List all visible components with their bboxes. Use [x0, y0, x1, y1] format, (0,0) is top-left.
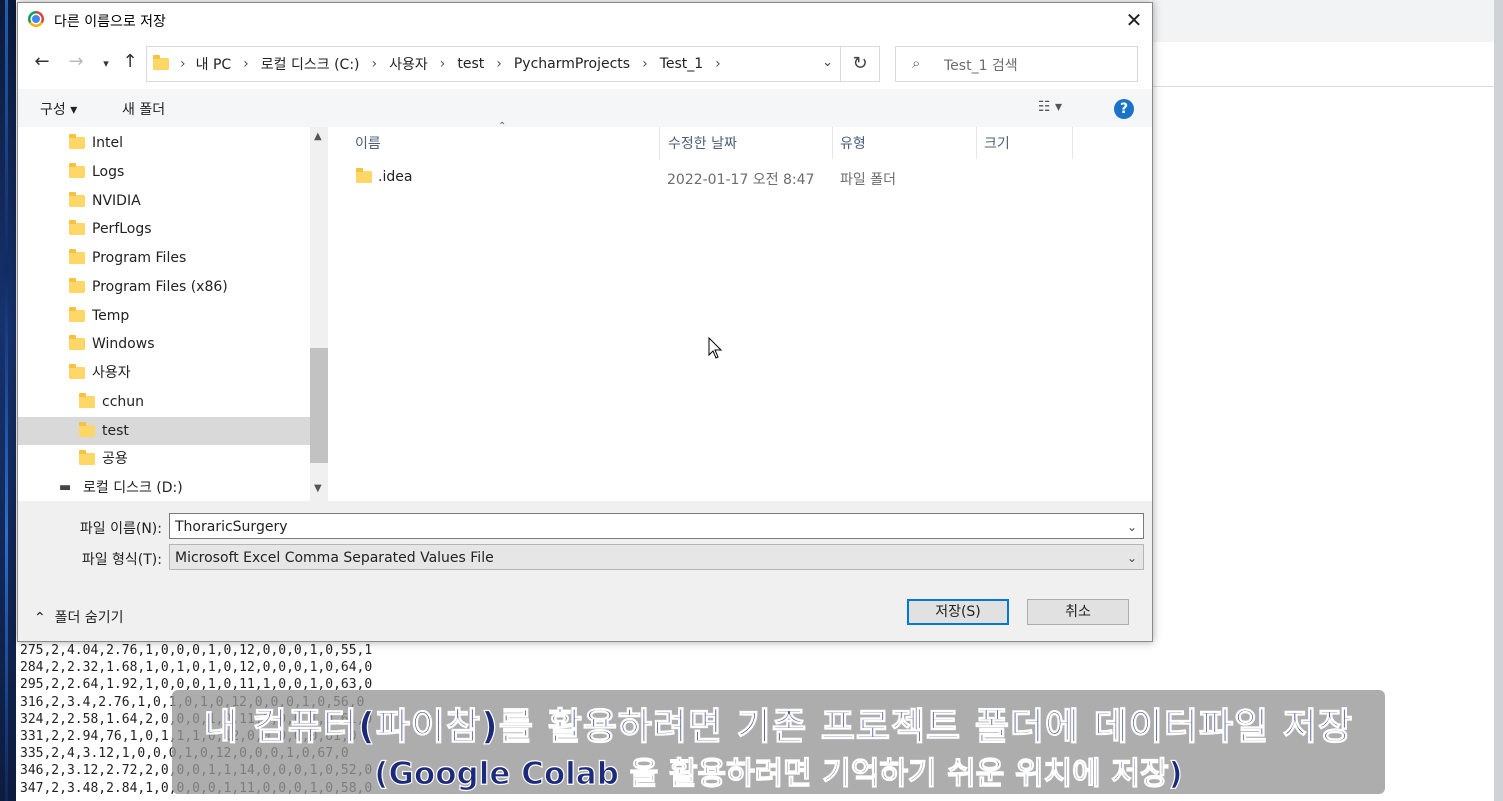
folder-icon — [69, 163, 85, 178]
folder-icon — [79, 393, 95, 408]
breadcrumb-item[interactable]: test — [457, 56, 484, 72]
breadcrumb: › 내 PC › 로컬 디스크 (C:) › 사용자 › test › Pych… — [180, 54, 721, 74]
tree-item-cchun[interactable]: cchun — [18, 388, 310, 416]
tree-item-program-files[interactable]: Program Files — [18, 244, 310, 272]
search-placeholder: Test_1 검색 — [944, 58, 1018, 74]
up-arrow-icon[interactable]: ↑ — [118, 51, 142, 72]
folder-icon — [69, 220, 85, 235]
forward-arrow-icon[interactable]: → — [64, 51, 88, 72]
folder-icon — [69, 335, 85, 350]
tree-item-drive-d[interactable]: ▬ 로컬 디스크 (D:) — [18, 474, 310, 502]
breadcrumb-item[interactable]: 내 PC — [196, 54, 232, 74]
save-as-dialog: 다른 이름으로 저장 ✕ ← → ▾ ↑ ⌄ › 내 PC › 로컬 디스크 (… — [17, 2, 1153, 642]
dialog-titlebar: 다른 이름으로 저장 ✕ — [18, 3, 1152, 37]
drive-icon: ▬ — [59, 480, 72, 495]
tree-item-program-files-x86[interactable]: Program Files (x86) — [18, 273, 310, 301]
back-arrow-icon[interactable]: ← — [30, 51, 54, 72]
column-header-size[interactable]: 크기 — [984, 133, 1010, 153]
filename-label: 파일 이름(N): — [79, 521, 162, 537]
tree-item-perflogs[interactable]: PerfLogs — [18, 215, 310, 243]
save-button[interactable]: 저장(S) — [907, 599, 1009, 625]
breadcrumb-item[interactable]: Test_1 — [660, 56, 703, 72]
refresh-icon[interactable]: ↻ — [840, 46, 880, 82]
dialog-title: 다른 이름으로 저장 — [54, 14, 166, 30]
browser-scrollbar[interactable] — [1494, 0, 1503, 801]
close-icon[interactable]: ✕ — [1122, 7, 1146, 33]
tree-item-test[interactable]: test — [18, 417, 310, 445]
browser-tabstrip — [1152, 0, 1503, 42]
column-divider[interactable] — [659, 127, 660, 159]
column-header-name[interactable]: 이름 — [355, 133, 381, 153]
navigation-pane: Intel Logs NVIDIA PerfLogs Program Files… — [18, 127, 328, 501]
folder-icon — [69, 278, 85, 293]
column-divider[interactable] — [1072, 127, 1073, 159]
folder-icon — [69, 307, 85, 322]
browser-toolbar — [1152, 42, 1503, 87]
scroll-up-icon[interactable]: ▲ — [314, 131, 322, 142]
folder-icon — [69, 134, 85, 149]
new-folder-button[interactable]: 새 폴더 — [122, 99, 165, 119]
help-icon[interactable]: ? — [1114, 99, 1134, 119]
folder-icon — [356, 168, 372, 183]
search-icon: ⌕ — [912, 54, 921, 72]
column-divider[interactable] — [976, 127, 977, 159]
folder-icon — [79, 450, 95, 465]
tree-item-windows[interactable]: Windows — [18, 330, 310, 358]
folder-icon — [69, 249, 85, 264]
scroll-down-icon[interactable]: ▼ — [314, 483, 322, 494]
filename-value: ThoraricSurgery — [175, 519, 288, 535]
folder-icon — [79, 422, 95, 437]
filename-field[interactable]: ThoraricSurgery ⌄ — [169, 513, 1144, 539]
chrome-icon — [28, 11, 44, 27]
folder-icon — [69, 192, 85, 207]
desktop-edge — [0, 0, 16, 801]
mouse-cursor-icon — [708, 337, 723, 359]
filetype-label: 파일 형식(T): — [81, 552, 162, 568]
column-header-type[interactable]: 유형 — [840, 133, 866, 153]
folder-icon — [69, 364, 85, 379]
file-date: 2022-01-17 오전 8:47 — [667, 172, 815, 188]
breadcrumb-item[interactable]: 사용자 — [389, 54, 428, 74]
subtitle-line-1: 내 컴퓨터(파이참)를 활용하려면 기존 프로젝트 폴더에 데이터파일 저장 — [203, 704, 1354, 748]
chevron-down-icon[interactable]: ⌄ — [1127, 545, 1137, 571]
recent-dropdown-icon[interactable]: ▾ — [94, 57, 118, 70]
chevron-down-icon[interactable]: ⌄ — [1127, 514, 1137, 540]
folder-icon — [153, 55, 169, 70]
filetype-value: Microsoft Excel Comma Separated Values F… — [175, 550, 494, 566]
command-bar — [18, 89, 1152, 127]
tree-scroll-thumb[interactable] — [310, 348, 328, 463]
tree-item-temp[interactable]: Temp — [18, 302, 310, 330]
sort-ascending-icon: ⌃ — [498, 121, 507, 132]
view-options-icon[interactable]: ☷ ▾ — [1038, 99, 1062, 115]
tree-item-logs[interactable]: Logs — [18, 158, 310, 186]
chevron-up-icon: ⌃ — [34, 610, 46, 626]
search-input[interactable]: ⌕ Test_1 검색 — [895, 46, 1138, 82]
tree-item-nvidia[interactable]: NVIDIA — [18, 187, 310, 215]
subtitle-line-2: (Google Colab 을 활용하려면 기억하기 쉬운 위치에 저장) — [374, 755, 1184, 792]
chevron-down-icon[interactable]: ⌄ — [822, 55, 833, 70]
column-header-date[interactable]: 수정한 날짜 — [668, 133, 737, 153]
tree-item-intel[interactable]: Intel — [18, 129, 310, 157]
hide-folders-label: 폴더 숨기기 — [54, 610, 124, 626]
column-divider[interactable] — [832, 127, 833, 159]
tree-item-public[interactable]: 공용 — [18, 445, 310, 473]
tree-item-users[interactable]: 사용자 — [18, 359, 310, 387]
breadcrumb-item[interactable]: PycharmProjects — [514, 56, 630, 72]
file-name[interactable]: .idea — [378, 169, 412, 185]
breadcrumb-item[interactable]: 로컬 디스크 (C:) — [261, 54, 360, 74]
file-type: 파일 폴더 — [840, 172, 896, 188]
hide-folders-toggle[interactable]: ⌃ 폴더 숨기기 — [34, 607, 124, 627]
filetype-select[interactable]: Microsoft Excel Comma Separated Values F… — [169, 544, 1144, 570]
organize-button[interactable]: 구성 ▾ — [40, 99, 77, 119]
cancel-button[interactable]: 취소 — [1027, 599, 1129, 625]
